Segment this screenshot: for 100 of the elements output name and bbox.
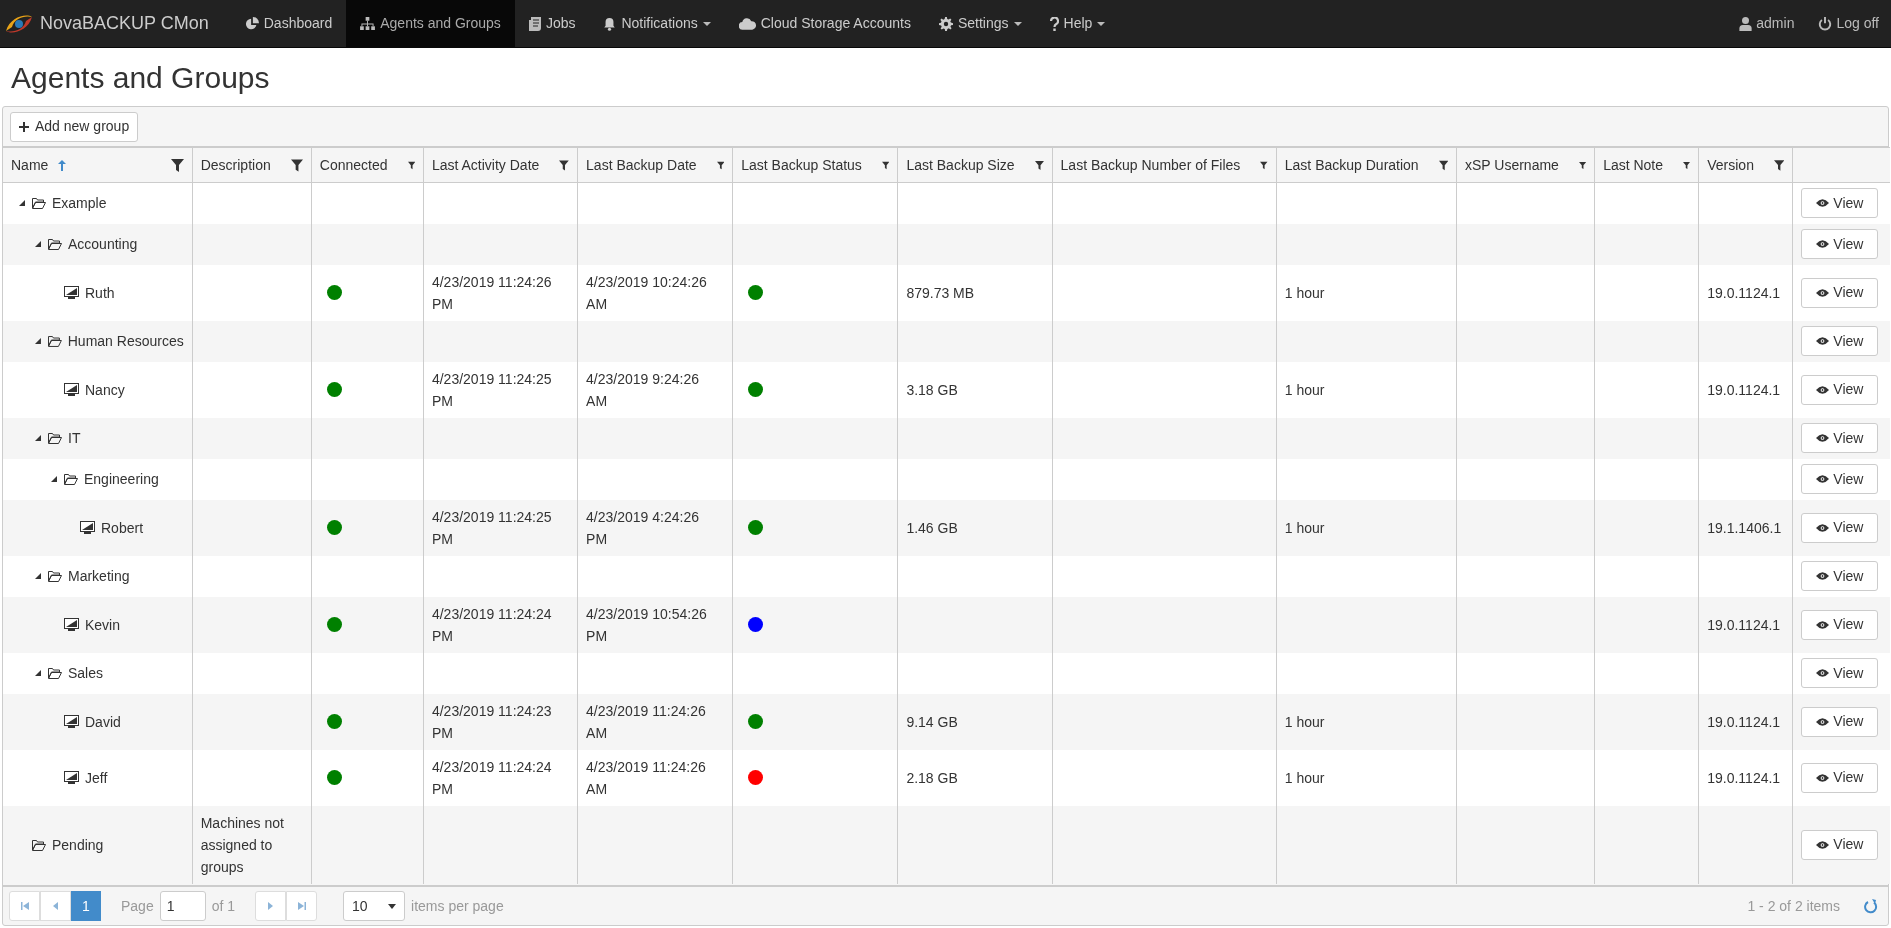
folder-icon	[48, 667, 62, 679]
view-button[interactable]: View	[1801, 423, 1879, 453]
date-text: 4/23/2019 10:24:26 AM	[586, 272, 708, 314]
version-text: 19.0.1124.1	[1707, 284, 1781, 301]
computer-icon	[80, 520, 95, 535]
size-text: 2.18 GB	[906, 769, 958, 786]
view-button[interactable]: View	[1801, 229, 1879, 259]
folder-icon	[64, 473, 78, 485]
page-size-dropdown[interactable]: 10	[343, 891, 406, 921]
nav-link[interactable]: Log off	[1806, 0, 1891, 47]
page-input[interactable]: 1	[159, 891, 206, 921]
folder-icon	[32, 838, 46, 851]
folder-icon	[48, 238, 62, 250]
eye-icon	[1816, 523, 1830, 532]
description-text: Machines not assigned to groups	[200, 814, 284, 875]
pie-chart-icon	[244, 16, 259, 31]
duration-text: 1 hour	[1284, 284, 1325, 301]
tree-item-label[interactable]: Engineering	[84, 468, 159, 490]
eye-icon	[1816, 669, 1830, 677]
filter-icon[interactable]	[1773, 158, 1785, 172]
filter-icon[interactable]	[170, 158, 184, 172]
tree-item-label[interactable]: Accounting	[68, 233, 138, 255]
eye-icon	[1816, 385, 1830, 394]
tree-item-label[interactable]: Marketing	[68, 565, 130, 587]
date-text: 4/23/2019 11:24:26 AM	[586, 757, 707, 799]
date-text: 4/23/2019 9:24:26 AM	[586, 369, 700, 411]
tree-item-label[interactable]: David	[85, 710, 121, 733]
add-group-button[interactable]: Add new group	[10, 111, 139, 142]
nav-tab[interactable]: Dashboard	[230, 0, 347, 47]
date-text: 4/23/2019 11:24:26 AM	[586, 701, 707, 743]
items-summary: 1 - 2 of 2 items	[1747, 896, 1840, 916]
tree-item-label[interactable]: Sales	[68, 662, 104, 684]
size-text: 1.46 GB	[906, 519, 958, 536]
eye-icon	[1816, 572, 1830, 580]
date-text: 4/23/2019 11:24:25 PM	[431, 507, 553, 549]
nav-tab[interactable]: Cloud Storage Accounts	[724, 0, 925, 47]
page-count: of 1	[211, 896, 236, 916]
size-text: 879.73 MB	[906, 284, 975, 301]
tree-item-label[interactable]: Jeff	[85, 766, 108, 789]
view-button[interactable]: View	[1801, 609, 1879, 640]
view-button[interactable]: View	[1801, 374, 1879, 405]
filter-icon[interactable]	[1438, 158, 1448, 172]
date-text: 4/23/2019 4:24:26 PM	[586, 507, 700, 549]
refresh-icon[interactable]	[1864, 898, 1878, 914]
duration-text: 1 hour	[1284, 769, 1325, 786]
cloud-icon	[738, 17, 756, 30]
tree-item-label[interactable]: Ruth	[85, 281, 115, 304]
view-button[interactable]: View	[1801, 277, 1879, 308]
view-button[interactable]: View	[1801, 658, 1879, 688]
page-number-button[interactable]: 1	[71, 891, 101, 921]
tree-item-label[interactable]: Kevin	[85, 613, 121, 636]
computer-icon	[64, 285, 79, 300]
bell-icon	[603, 16, 617, 31]
nav-tab[interactable]: Settings	[924, 0, 1036, 47]
version-text: 19.0.1124.1	[1707, 381, 1781, 398]
view-button[interactable]: View	[1801, 326, 1879, 356]
brand-name[interactable]: NovaBACKUP CMon	[40, 10, 209, 37]
size-text: 3.18 GB	[906, 381, 958, 398]
filter-icon[interactable]	[1034, 158, 1044, 172]
nav-link[interactable]: admin	[1727, 0, 1807, 47]
computer-icon	[64, 617, 79, 632]
page-title: Agents and Groups	[10, 60, 271, 96]
folder-icon	[47, 335, 62, 347]
nav-tab[interactable]: Agents and Groups	[346, 0, 515, 47]
computer-icon	[64, 714, 79, 729]
folder-icon	[48, 570, 62, 582]
view-button[interactable]: View	[1801, 512, 1879, 543]
filter-icon[interactable]	[290, 158, 303, 172]
eye-icon	[1816, 337, 1830, 345]
tree-item-label[interactable]: Pending	[52, 833, 104, 856]
view-button[interactable]: View	[1801, 188, 1879, 219]
sitemap-icon	[360, 17, 376, 30]
view-button[interactable]: View	[1801, 706, 1879, 737]
version-text: 19.0.1124.1	[1707, 713, 1781, 730]
filter-icon[interactable]	[559, 158, 570, 172]
version-text: 19.0.1124.1	[1707, 616, 1781, 633]
page-size-label: items per page	[411, 896, 504, 916]
eye-icon	[1816, 773, 1830, 782]
eye-icon	[1816, 288, 1830, 297]
eye-icon	[1816, 434, 1830, 442]
column-header[interactable]: Name	[11, 154, 49, 176]
caret-icon	[388, 903, 397, 909]
nav-tab[interactable]: Help	[1035, 0, 1120, 47]
view-button[interactable]: View	[1801, 829, 1879, 860]
view-button[interactable]: View	[1801, 561, 1879, 591]
tree-item-label[interactable]: Human Resources	[67, 330, 184, 352]
power-icon	[1818, 16, 1833, 31]
tree-item-label[interactable]: Example	[52, 192, 107, 215]
eye-icon	[1816, 240, 1830, 248]
page-label: Page	[121, 896, 154, 916]
tree-item-label[interactable]: IT	[68, 427, 81, 449]
computer-icon	[64, 382, 79, 397]
nav-tab[interactable]: Notifications	[589, 0, 725, 47]
view-button[interactable]: View	[1801, 464, 1879, 494]
view-button[interactable]: View	[1801, 762, 1879, 793]
nav-tab[interactable]: Jobs	[514, 0, 590, 47]
tree-item-label[interactable]: Robert	[101, 516, 144, 539]
tree-item-label[interactable]: Nancy	[85, 378, 125, 401]
date-text: 4/23/2019 11:24:24 PM	[431, 604, 553, 646]
date-text: 4/23/2019 10:54:26 PM	[586, 604, 708, 646]
